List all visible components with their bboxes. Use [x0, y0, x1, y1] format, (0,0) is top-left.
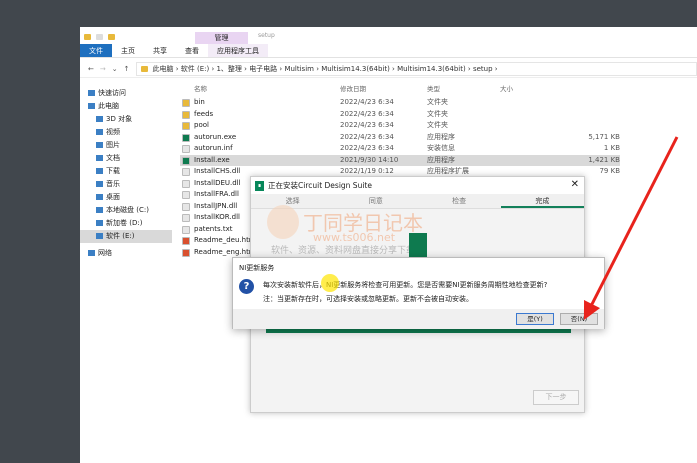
red-arrow-annotation — [583, 136, 679, 321]
arrow-line — [583, 136, 679, 321]
